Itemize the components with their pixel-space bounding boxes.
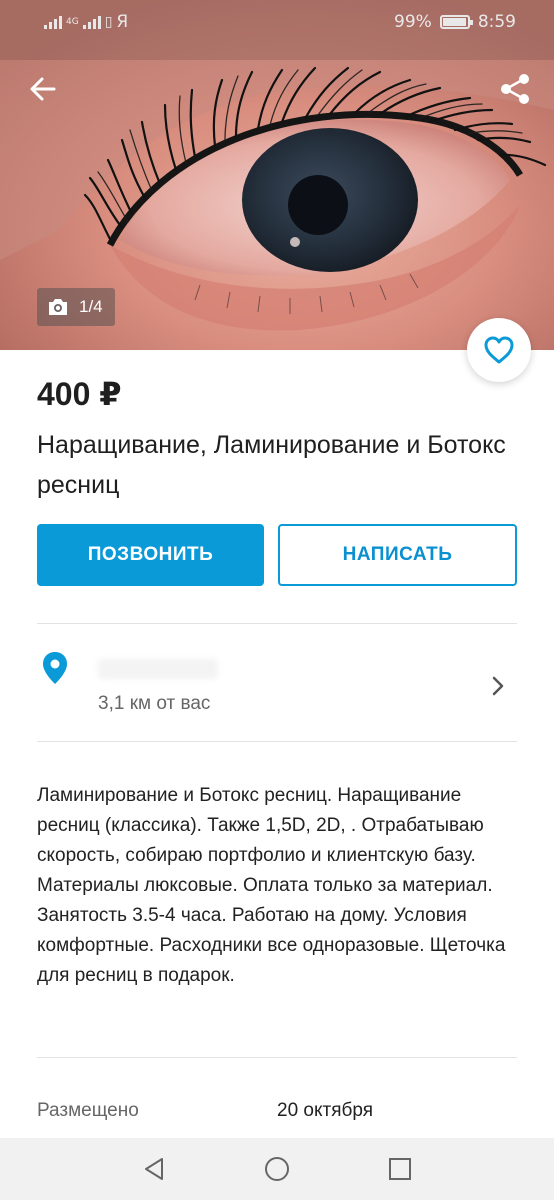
description: Ламинирование и Ботокс ресниц. Наращиван… [37, 785, 506, 986]
posted-value: 20 октября [277, 1100, 374, 1121]
call-button[interactable]: ПОЗВОНИТЬ [37, 524, 264, 586]
photo-counter-text: 1/4 [79, 297, 103, 316]
carrier-glyph: Я [116, 12, 129, 32]
heart-icon [484, 336, 514, 364]
status-bar: 4G ▯ Я 99% 8:59 [0, 0, 554, 46]
chevron-right-icon [492, 676, 504, 696]
price: 400 ₽ [37, 376, 122, 412]
divider [37, 623, 517, 624]
system-nav-bar [0, 1138, 554, 1200]
clock: 8:59 [477, 12, 516, 32]
arrow-left-icon [30, 77, 56, 101]
share-icon [501, 74, 529, 104]
location-pin-icon [43, 652, 67, 684]
location-name-redacted [98, 659, 218, 679]
share-button[interactable] [498, 72, 532, 106]
photo-counter: 1/4 [37, 288, 115, 326]
vibrate-icon: ▯ [104, 14, 113, 30]
divider [37, 1057, 517, 1058]
network-type: 4G [66, 17, 79, 27]
signal-icon-2 [82, 15, 101, 29]
favorite-button[interactable] [467, 318, 531, 382]
listing-photo[interactable]: 4G ▯ Я 99% 8:59 1/4 [0, 0, 554, 350]
camera-icon [49, 299, 67, 315]
listing-title: Наращивание, Ламинирование и Ботокс ресн… [37, 431, 506, 499]
posted-label: Размещено [37, 1100, 139, 1121]
location-distance: 3,1 км от вас [98, 693, 211, 714]
divider [37, 741, 517, 742]
write-button[interactable]: НАПИСАТЬ [278, 524, 517, 586]
back-button[interactable] [26, 72, 60, 106]
nav-recents-icon[interactable] [386, 1155, 414, 1183]
signal-icon [44, 15, 62, 29]
battery-icon [439, 15, 473, 29]
nav-back-icon[interactable] [140, 1155, 168, 1183]
nav-home-icon[interactable] [263, 1155, 291, 1183]
location-row[interactable]: 3,1 км от вас [0, 625, 554, 741]
status-left: 4G ▯ Я [44, 12, 128, 32]
status-right: 99% 8:59 [394, 12, 516, 32]
battery-percent: 99% [394, 12, 432, 32]
